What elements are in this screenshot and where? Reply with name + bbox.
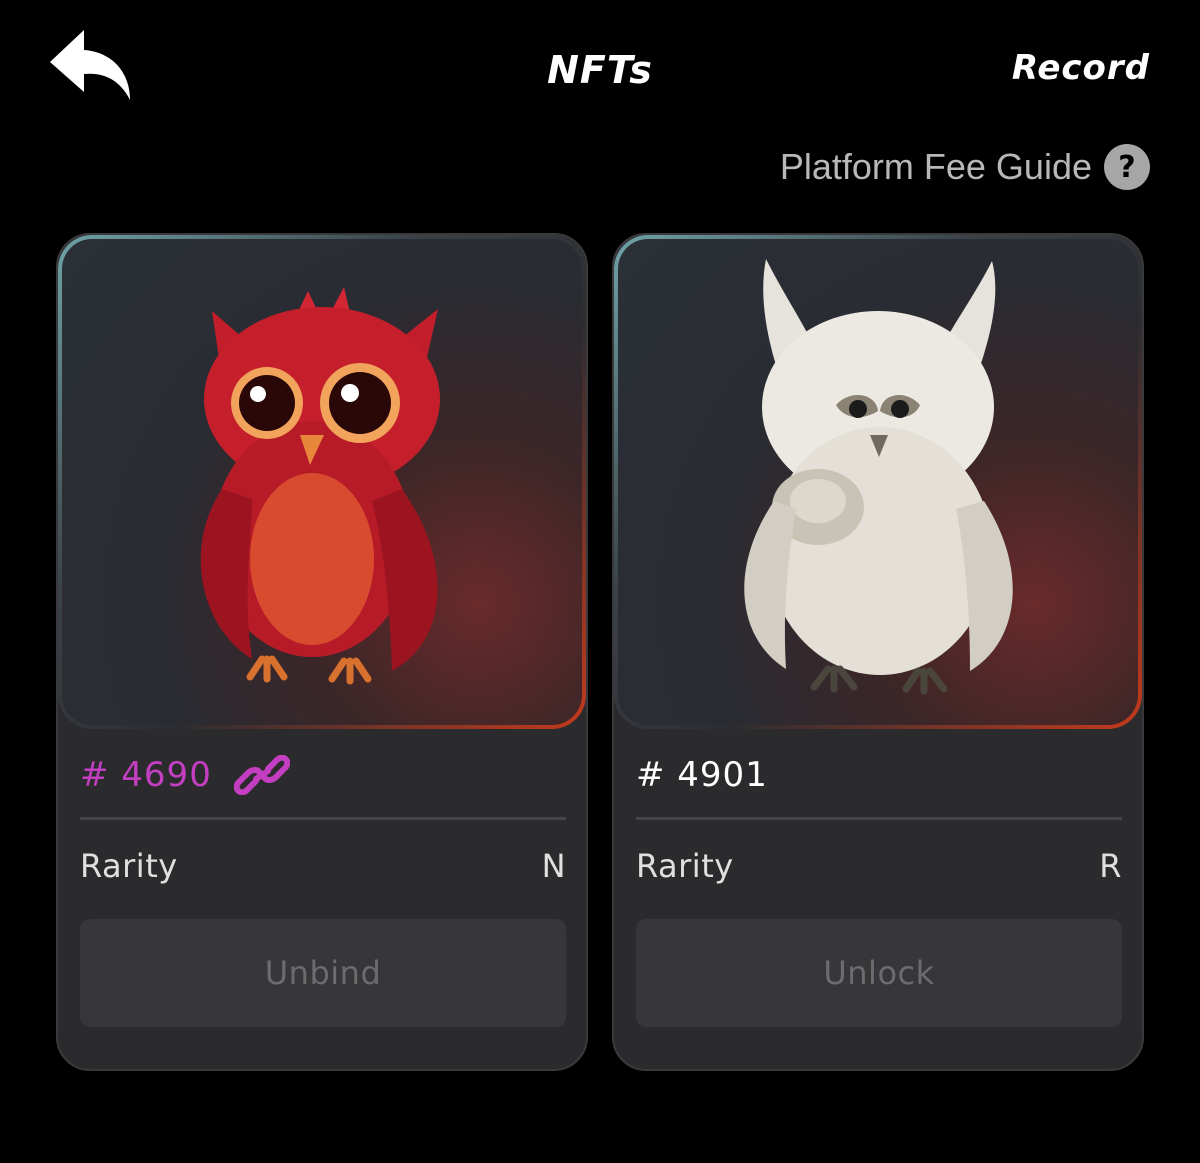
rarity-label: Rarity xyxy=(80,847,178,885)
nft-image-red-owl xyxy=(62,239,582,725)
record-link[interactable]: Record xyxy=(1012,48,1150,88)
token-id-row: # 4901 xyxy=(636,747,768,803)
platform-fee-guide-link[interactable]: Platform Fee Guide ? xyxy=(780,144,1150,190)
nft-image-white-owl xyxy=(618,239,1138,725)
rarity-value: N xyxy=(541,847,566,885)
platform-fee-guide-label: Platform Fee Guide xyxy=(779,146,1092,187)
nft-card[interactable]: # 4901 Rarity R Unlock xyxy=(612,233,1144,1071)
token-id: # 4901 xyxy=(636,755,768,795)
unbind-button[interactable]: Unbind xyxy=(80,919,566,1027)
rarity-row: Rarity N xyxy=(80,841,566,891)
divider xyxy=(636,817,1122,820)
chain-link-icon[interactable] xyxy=(233,755,290,795)
rarity-value: R xyxy=(1099,847,1122,885)
top-bar: NFTs Record xyxy=(0,0,1200,140)
unlock-button[interactable]: Unlock xyxy=(636,919,1122,1027)
back-arrow-icon xyxy=(50,30,130,100)
nft-image-frame xyxy=(58,235,586,729)
question-mark-icon: ? xyxy=(1104,144,1150,190)
divider xyxy=(80,817,566,820)
rarity-row: Rarity R xyxy=(636,841,1122,891)
token-id: # 4690 xyxy=(80,755,212,795)
nft-card[interactable]: # 4690 Rarity N Unbind xyxy=(56,233,588,1071)
token-id-row: # 4690 xyxy=(80,747,290,803)
back-button[interactable] xyxy=(46,26,136,106)
rarity-label: Rarity xyxy=(636,847,734,885)
nft-image-frame xyxy=(614,235,1142,729)
